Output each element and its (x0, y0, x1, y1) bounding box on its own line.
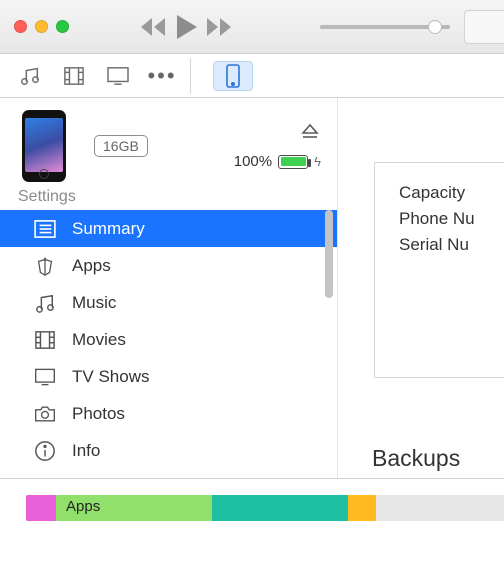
traffic-lights (14, 20, 69, 33)
next-track-icon[interactable] (205, 16, 233, 38)
storage-segment-audio (26, 495, 56, 521)
sidebar-item-label: Apps (72, 256, 111, 276)
detail-phone-number-label: Phone Nu (399, 209, 504, 229)
storage-capacity-badge: 16GB (94, 135, 148, 157)
detail-panel: Capacity Phone Nu Serial Nu Backups (338, 98, 504, 478)
sidebar-item-info[interactable]: Info (0, 432, 337, 469)
volume-slider-area (320, 10, 504, 44)
window-minimize-button[interactable] (35, 20, 48, 33)
volume-slider[interactable] (320, 25, 450, 29)
window-zoom-button[interactable] (56, 20, 69, 33)
detail-capacity-label: Capacity (399, 183, 504, 203)
storage-segment-other1 (212, 495, 348, 521)
battery-icon (278, 155, 308, 169)
device-info-box: Capacity Phone Nu Serial Nu (374, 162, 504, 378)
sidebar-item-photos[interactable]: Photos (0, 395, 337, 432)
movies-tab-icon[interactable] (54, 61, 94, 91)
music-tab-icon[interactable] (10, 61, 50, 91)
storage-segment-other2 (348, 495, 376, 521)
battery-status: 100% ϟ (234, 153, 321, 170)
sidebar-item-movies[interactable]: Movies (0, 321, 337, 358)
scrollbar[interactable] (325, 210, 333, 298)
sidebar-item-label: TV Shows (72, 367, 149, 387)
library-tabs: ••• (0, 54, 504, 98)
sidebar-item-music[interactable]: Music (0, 284, 337, 321)
info-icon (34, 440, 56, 462)
device-header: 16GB 100% ϟ (0, 98, 337, 184)
storage-bar-section: Apps (0, 478, 504, 521)
device-thumbnail (22, 110, 66, 182)
sidebar-item-tvshows[interactable]: TV Shows (0, 358, 337, 395)
summary-icon (34, 220, 56, 238)
backups-heading: Backups (372, 445, 460, 472)
sidebar-item-apps[interactable]: Apps (0, 247, 337, 284)
device-tab-button[interactable] (213, 61, 253, 91)
play-icon[interactable] (173, 13, 199, 41)
sidebar-item-label: Info (72, 441, 100, 461)
tv-icon (34, 367, 56, 387)
sidebar-item-label: Music (72, 293, 116, 313)
window-titlebar (0, 0, 504, 54)
previous-track-icon[interactable] (139, 16, 167, 38)
battery-percent-label: 100% (234, 153, 272, 170)
sidebar-item-label: Summary (72, 219, 145, 239)
device-sidebar: 16GB 100% ϟ Settings Summary (0, 98, 338, 478)
sidebar-item-summary[interactable]: Summary (0, 210, 337, 247)
apps-icon (34, 255, 56, 277)
movies-icon (34, 330, 56, 350)
tab-divider (190, 58, 191, 94)
storage-segment-apps: Apps (56, 495, 212, 521)
camera-icon (34, 404, 56, 424)
tvshows-tab-icon[interactable] (98, 61, 138, 91)
detail-serial-number-label: Serial Nu (399, 235, 504, 255)
eject-button[interactable] (301, 122, 319, 145)
window-close-button[interactable] (14, 20, 27, 33)
sidebar-item-label: Photos (72, 404, 125, 424)
ellipsis-icon: ••• (147, 65, 176, 87)
sidebar-item-label: Movies (72, 330, 126, 350)
charging-icon: ϟ (314, 154, 321, 169)
more-tabs-button[interactable]: ••• (142, 61, 182, 91)
lcd-display (464, 10, 504, 44)
storage-bar: Apps (26, 495, 504, 521)
sidebar-settings-list: Summary Apps Music Movies (0, 210, 337, 469)
sidebar-section-heading: Settings (0, 184, 337, 210)
music-icon (34, 292, 56, 314)
volume-slider-knob[interactable] (428, 20, 442, 34)
storage-segment-label: Apps (66, 498, 100, 515)
playback-controls (139, 13, 233, 41)
